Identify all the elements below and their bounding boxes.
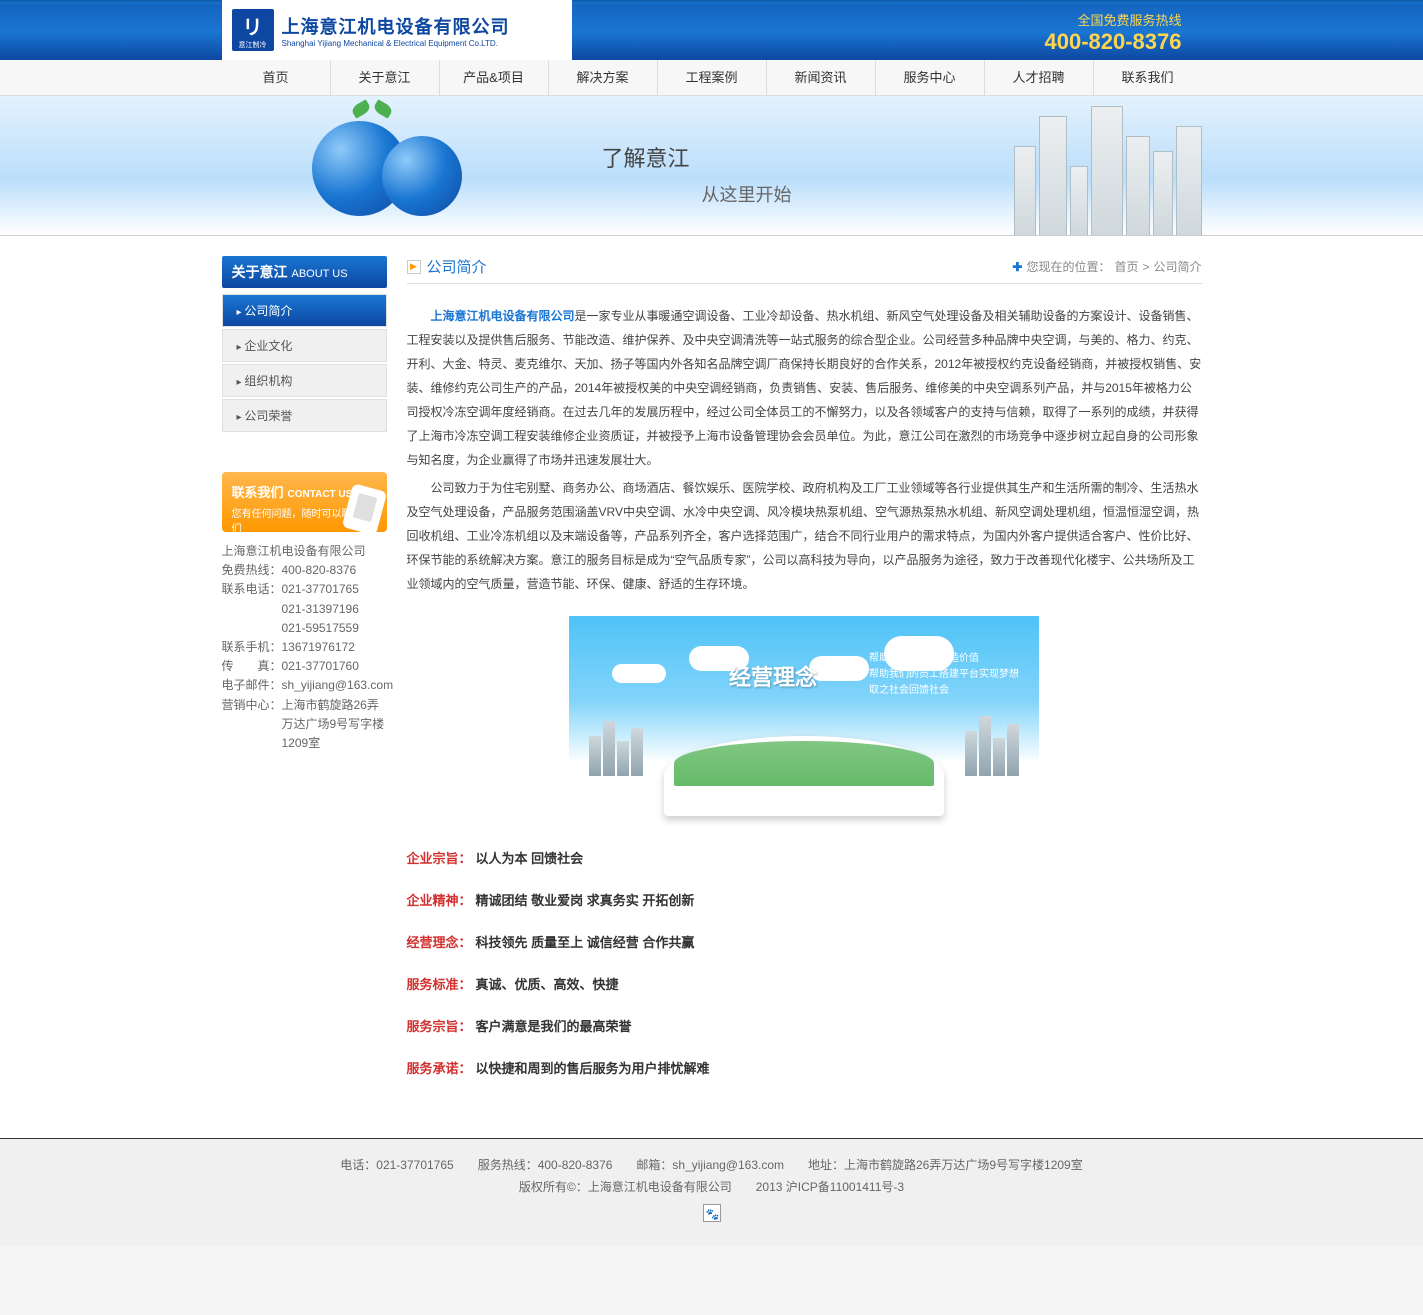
sidebar-item-honor[interactable]: 公司荣誉 [222, 399, 387, 432]
nav-service[interactable]: 服务中心 [876, 60, 985, 96]
banner-line2: 从这里开始 [702, 181, 792, 207]
logo-icon: リ 意江制冷 [232, 9, 274, 51]
nav-about[interactable]: 关于意江 [331, 60, 440, 96]
plus-icon: ✚ [1012, 260, 1022, 274]
sidebar-item-profile[interactable]: 公司简介 [222, 294, 387, 327]
sidebar: 关于意江ABOUT US 公司简介 企业文化 组织机构 公司荣誉 联系我们CON… [222, 256, 387, 1098]
arrow-icon: ▶ [407, 260, 421, 274]
company-name-highlight: 上海意江机电设备有限公司 [431, 309, 575, 323]
contact-us-box[interactable]: 联系我们CONTACT US 您有任何问题，随时可以联系我们 [222, 472, 387, 532]
hotline-number: 400-820-8376 [1044, 29, 1181, 55]
main-nav: 首页 关于意江 产品&项目 解决方案 工程案例 新闻资讯 服务中心 人才招聘 联… [0, 60, 1423, 96]
nav-home[interactable]: 首页 [222, 60, 331, 96]
sidebar-item-culture[interactable]: 企业文化 [222, 329, 387, 362]
nav-contact[interactable]: 联系我们 [1094, 60, 1202, 96]
breadcrumb-home[interactable]: 首页 [1114, 258, 1138, 275]
sidebar-item-org[interactable]: 组织机构 [222, 364, 387, 397]
main-content: ▶ 公司简介 ✚ 您现在的位置： 首页 > 公司简介 上海意江机电设备有限公司是… [407, 256, 1202, 1098]
contact-info: 上海意江机电设备有限公司 免费热线：400-820-8376 联系电话：021-… [222, 542, 387, 753]
philosophy-image: 经营理念 帮助我们的用户创造价值 帮助我们的员工搭建平台实现梦想 取之社会回馈社… [569, 616, 1039, 826]
nav-jobs[interactable]: 人才招聘 [985, 60, 1094, 96]
footer-copyright: 版权所有©：上海意江机电设备有限公司 2013 沪ICP备11001411号-3 [0, 1177, 1423, 1199]
buildings-right-icon [965, 716, 1019, 776]
header: リ 意江制冷 上海意江机电设备有限公司 Shanghai Yijiang Mec… [0, 4, 1423, 60]
logo-title-cn: 上海意江机电设备有限公司 [282, 13, 510, 39]
nav-solutions[interactable]: 解决方案 [549, 60, 658, 96]
footer-contact: 电话：021-37701765 服务热线：400-820-8376 邮箱：sh_… [0, 1155, 1423, 1177]
nav-cases[interactable]: 工程案例 [658, 60, 767, 96]
philosophy-text: 帮助我们的用户创造价值 帮助我们的员工搭建平台实现梦想 取之社会回馈社会 [869, 651, 1019, 699]
footer-badge-icon[interactable] [703, 1204, 721, 1222]
globe-icon [312, 121, 462, 216]
banner: 了解意江 从这里开始 [0, 96, 1423, 236]
buildings-left-icon [589, 721, 643, 776]
philosophy-title: 经营理念 [729, 656, 817, 700]
banner-line1: 了解意江 [602, 141, 792, 173]
hotline-label: 全国免费服务热线 [1044, 10, 1181, 29]
logo-title-en: Shanghai Yijiang Mechanical & Electrical… [282, 39, 510, 48]
footer: 电话：021-37701765 服务热线：400-820-8376 邮箱：sh_… [0, 1138, 1423, 1246]
hotline: 全国免费服务热线 400-820-8376 [1044, 10, 1181, 55]
breadcrumb: ✚ 您现在的位置： 首页 > 公司简介 [1012, 258, 1201, 275]
breadcrumb-current: 公司简介 [1153, 258, 1201, 275]
page-title: ▶ 公司简介 [407, 256, 487, 277]
nav-products[interactable]: 产品&项目 [440, 60, 549, 96]
city-skyline-icon [1014, 96, 1202, 236]
company-values: 企业宗旨：以人为本 回馈社会 企业精神：精诚团结 敬业爱岗 求真务实 开拓创新 … [407, 846, 1202, 1082]
sprout-icon [357, 103, 387, 128]
sidebar-title: 关于意江ABOUT US [222, 256, 387, 288]
contact-company: 上海意江机电设备有限公司 [222, 542, 387, 561]
logo[interactable]: リ 意江制冷 上海意江机电设备有限公司 Shanghai Yijiang Mec… [222, 0, 572, 60]
nav-news[interactable]: 新闻资讯 [767, 60, 876, 96]
book-icon [664, 736, 944, 816]
article-body: 上海意江机电设备有限公司是一家专业从事暖通空调设备、工业冷却设备、热水机组、新风… [407, 304, 1202, 1082]
